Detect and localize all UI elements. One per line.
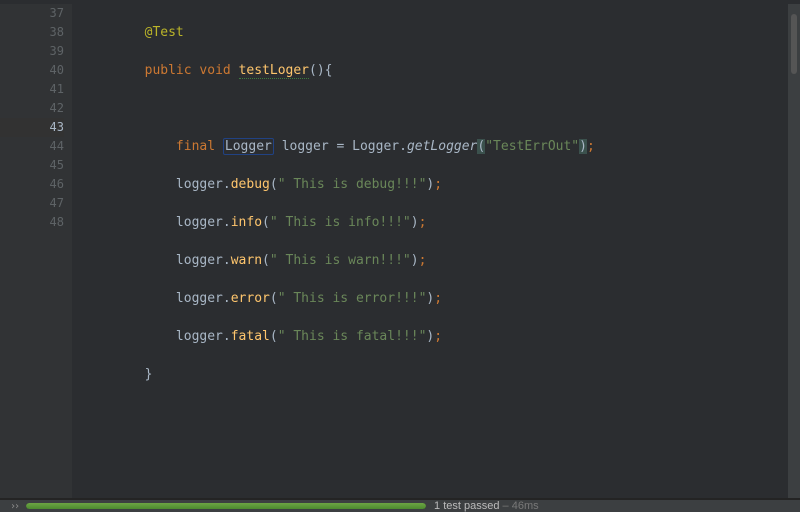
line-number: 47 — [0, 194, 64, 213]
test-progress-bar — [26, 503, 426, 509]
tests-passed-label: 1 test passed — [434, 500, 499, 512]
string-literal: "TestErrOut" — [485, 139, 579, 154]
string-literal: " This is fatal!!!" — [278, 329, 427, 344]
method-name: testLoger — [239, 63, 309, 79]
identifier: logger — [176, 291, 223, 306]
line-number: 44 — [0, 137, 64, 156]
code-text: ( — [262, 253, 270, 268]
code-text: = — [329, 139, 352, 154]
code-text: . — [399, 139, 407, 154]
code-editor[interactable]: 37 38 39 40 41 42 43 44 45 46 47 48 @Tes… — [0, 0, 800, 498]
code-text: ) — [411, 253, 419, 268]
code-line — [82, 403, 788, 422]
test-status-text: 1 test passed – 46ms — [434, 500, 539, 512]
semicolon: ; — [434, 291, 442, 306]
line-number: 48 — [0, 213, 64, 232]
identifier: logger — [176, 177, 223, 192]
semicolon: ; — [434, 177, 442, 192]
grip-icon[interactable]: ›› — [10, 501, 18, 512]
string-literal: " This is info!!!" — [270, 215, 411, 230]
code-text: (){ — [309, 63, 332, 78]
code-text: ( — [262, 215, 270, 230]
paren-match: ) — [579, 139, 587, 154]
line-number: 39 — [0, 42, 64, 61]
identifier: logger — [176, 215, 223, 230]
code-text: ( — [270, 291, 278, 306]
method-call: fatal — [231, 329, 270, 344]
method-call: warn — [231, 253, 262, 268]
code-text: ( — [270, 329, 278, 344]
editor-scrollbar[interactable] — [788, 4, 800, 498]
code-text: ) — [411, 215, 419, 230]
line-number: 41 — [0, 80, 64, 99]
semicolon: ; — [587, 139, 595, 154]
identifier: logger — [176, 253, 223, 268]
code-text: . — [223, 329, 231, 344]
code-text: . — [223, 253, 231, 268]
class-ref: Logger — [352, 139, 399, 154]
test-progress-fill — [26, 503, 426, 509]
keyword: public — [145, 63, 192, 78]
line-number: 46 — [0, 175, 64, 194]
line-number: 45 — [0, 156, 64, 175]
identifier: logger — [282, 139, 329, 154]
semicolon: ; — [419, 215, 427, 230]
semicolon: ; — [419, 253, 427, 268]
method-call: error — [231, 291, 270, 306]
caret-selection: Logger — [223, 138, 274, 155]
line-number: 42 — [0, 99, 64, 118]
identifier: logger — [176, 329, 223, 344]
code-text: ( — [270, 177, 278, 192]
method-call: info — [231, 215, 262, 230]
code-line — [82, 441, 788, 460]
code-area[interactable]: @Test public void testLoger(){ final Log… — [72, 4, 788, 498]
code-text: . — [223, 177, 231, 192]
code-line — [82, 99, 788, 118]
line-number: 40 — [0, 61, 64, 80]
method-call: debug — [231, 177, 270, 192]
code-text: . — [223, 291, 231, 306]
brace: } — [145, 367, 153, 382]
annotation: @Test — [145, 25, 184, 40]
string-literal: " This is error!!!" — [278, 291, 427, 306]
test-status-bar: ›› 1 test passed – 46ms — [0, 500, 800, 512]
code-text: . — [223, 215, 231, 230]
keyword: void — [199, 63, 230, 78]
line-number: 43 — [0, 118, 64, 137]
gutter: 37 38 39 40 41 42 43 44 45 46 47 48 — [0, 4, 72, 498]
line-number: 38 — [0, 23, 64, 42]
string-literal: " This is debug!!!" — [278, 177, 427, 192]
semicolon: ; — [434, 329, 442, 344]
status-separator: – — [499, 500, 511, 512]
keyword: final — [176, 139, 215, 154]
tests-duration: 46ms — [512, 500, 539, 512]
line-number: 37 — [0, 4, 64, 23]
static-method: getLogger — [407, 139, 477, 154]
string-literal: " This is warn!!!" — [270, 253, 411, 268]
